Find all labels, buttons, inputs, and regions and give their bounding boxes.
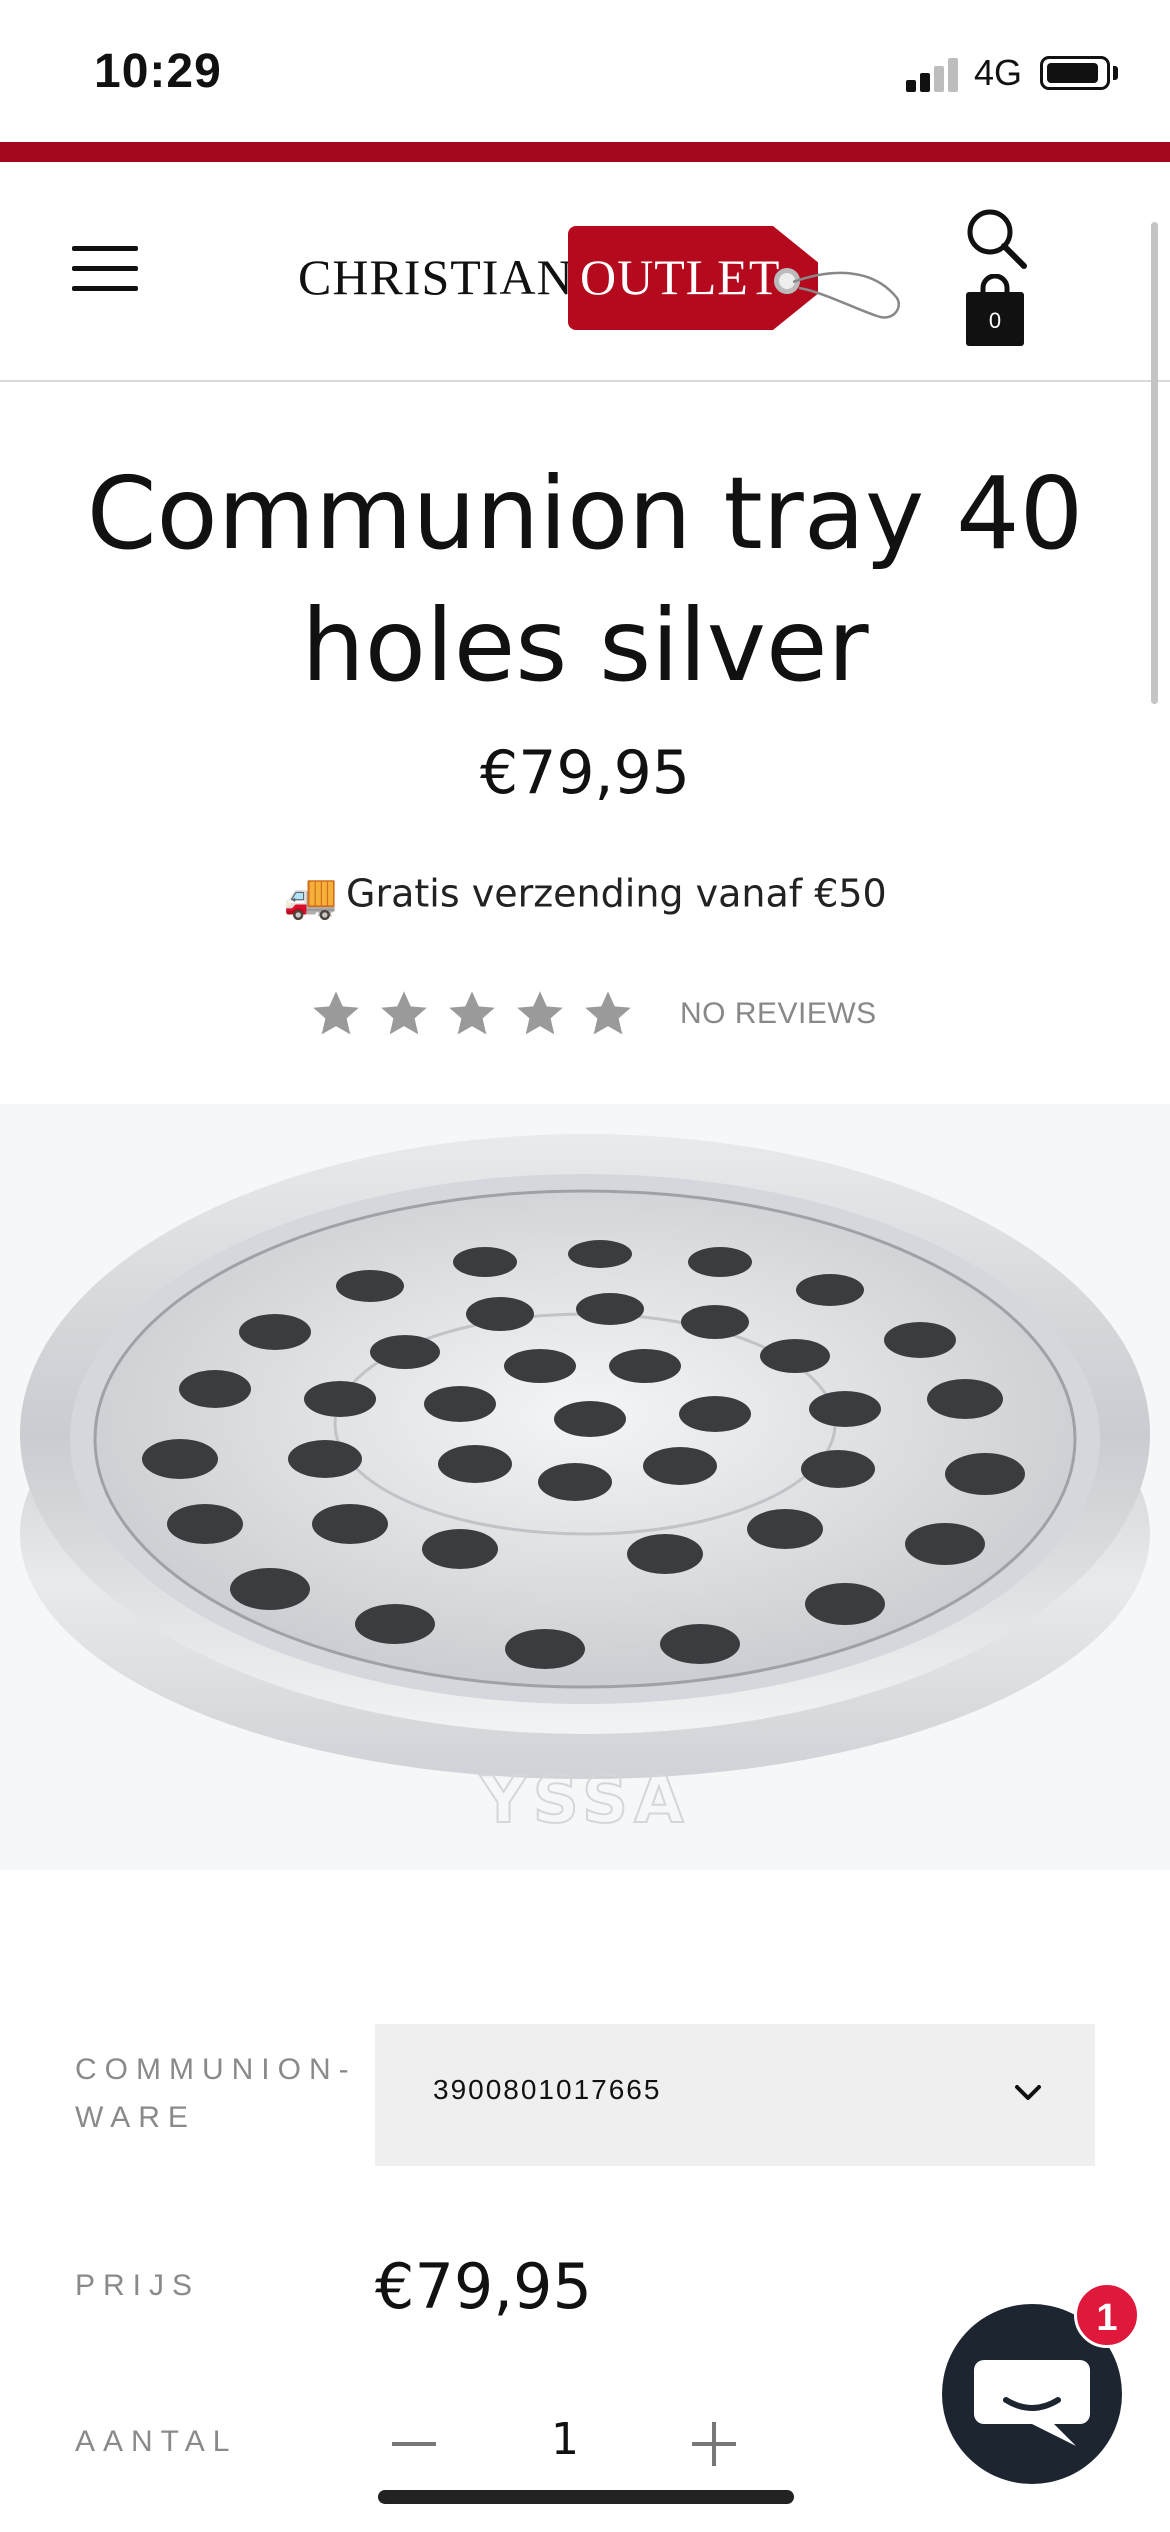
variant-select[interactable]: 3900801017665 [375,2024,1095,2166]
home-indicator[interactable] [378,2490,794,2504]
menu-icon[interactable] [72,246,138,292]
chevron-down-icon [1015,2085,1041,2100]
logo-tag-string [793,271,900,319]
shipping-text: Gratis verzending vanaf €50 [346,871,887,916]
status-time: 10:29 [94,45,222,98]
announcement-bar [0,142,1170,162]
status-bar: 10:29 4G [0,0,1170,142]
product-title: Communion tray 40 holes silver [86,455,1084,704]
variant-label-line2: WARE [75,2101,196,2134]
product-rating[interactable]: NO REVIEWS [310,984,877,1044]
image-watermark: YSSA [479,1764,689,1838]
star-icon [585,991,631,1035]
variant-label: COMMUNION- WARE [75,2046,357,2142]
quantity-value[interactable]: 1 [520,2414,610,2465]
site-logo[interactable]: CHRISTIAN OUTLET [298,218,908,330]
star-icon [449,991,495,1035]
quantity-label: AANTAL [75,2425,238,2458]
logo-text-christian: CHRISTIAN [298,249,574,305]
star-icon [517,991,563,1035]
price-label: PRIJS [75,2269,201,2302]
cart-count-badge: 0 [988,308,1002,333]
search-icon[interactable] [964,206,1028,270]
site-header: CHRISTIAN OUTLET 0 [0,162,1170,382]
page-scrollbar[interactable] [1151,222,1158,704]
variant-select-value: 3900801017665 [433,2074,662,2105]
shipping-notice: 🚚 Gratis verzending vanaf €50 [0,870,1170,922]
star-icon [381,991,427,1035]
quantity-increase-button[interactable] [690,2420,738,2468]
product-price: €79,95 [480,738,690,808]
option-price-value: €79,95 [375,2250,592,2323]
chat-notification-badge: 1 [1074,2282,1140,2348]
product-image[interactable]: YSSA [0,1104,1170,1870]
signal-strength-icon [906,56,958,92]
variant-label-line1: COMMUNION- [75,2053,357,2086]
truck-icon: 🚚 [283,871,339,922]
star-icon [313,991,359,1035]
battery-cap [1113,66,1118,80]
communion-tray-illustration: YSSA [20,1134,1150,1839]
quantity-decrease-button[interactable] [390,2420,438,2468]
logo-text-outlet: OUTLET [580,249,781,305]
network-type: 4G [974,52,1023,93]
battery-icon [1040,56,1110,90]
rating-text: NO REVIEWS [680,997,877,1030]
